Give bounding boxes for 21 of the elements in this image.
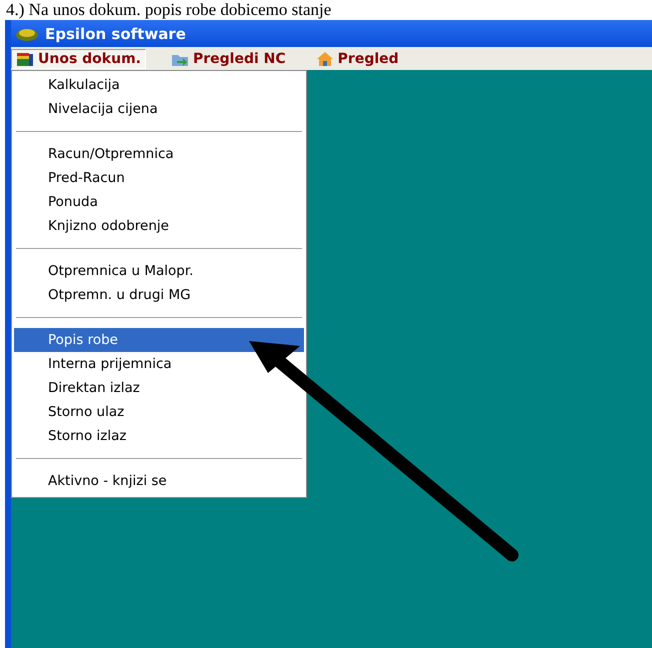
folders-icon	[16, 50, 34, 66]
menu-bar-item[interactable]: Unos dokum.	[11, 48, 146, 68]
menu-item[interactable]: Storno izlaz	[14, 424, 304, 448]
menu-item[interactable]: Knjizno odobrenje	[14, 214, 304, 238]
menu-item[interactable]: Racun/Otpremnica	[14, 142, 304, 166]
menu-item[interactable]: Pred-Racun	[14, 166, 304, 190]
menu-item[interactable]: Otpremn. u drugi MG	[14, 283, 304, 307]
menu-item[interactable]: Otpremnica u Malopr.	[14, 259, 304, 283]
menu-item[interactable]: Aktivno - knjizi se	[14, 469, 304, 493]
house-icon	[316, 50, 334, 66]
menu-bar-item[interactable]: Pregledi NC	[166, 48, 291, 68]
caption-text: 4.) Na unos dokum. popis robe dobicemo stanje	[5, 0, 332, 20]
window-title: Epsilon software	[45, 24, 186, 42]
menu-item[interactable]: Direktan izlaz	[14, 376, 304, 400]
menu-item[interactable]: Nivelacija cijena	[14, 97, 304, 121]
menu-item[interactable]: Popis robe	[14, 328, 304, 352]
menu-item[interactable]: Storno ulaz	[14, 400, 304, 424]
menu-bar-item[interactable]: Pregled	[310, 48, 404, 68]
menu-item[interactable]: Ponuda	[14, 190, 304, 214]
menu-item[interactable]: Kalkulacija	[14, 73, 304, 97]
menu-item[interactable]: Interna prijemnica	[14, 352, 304, 376]
